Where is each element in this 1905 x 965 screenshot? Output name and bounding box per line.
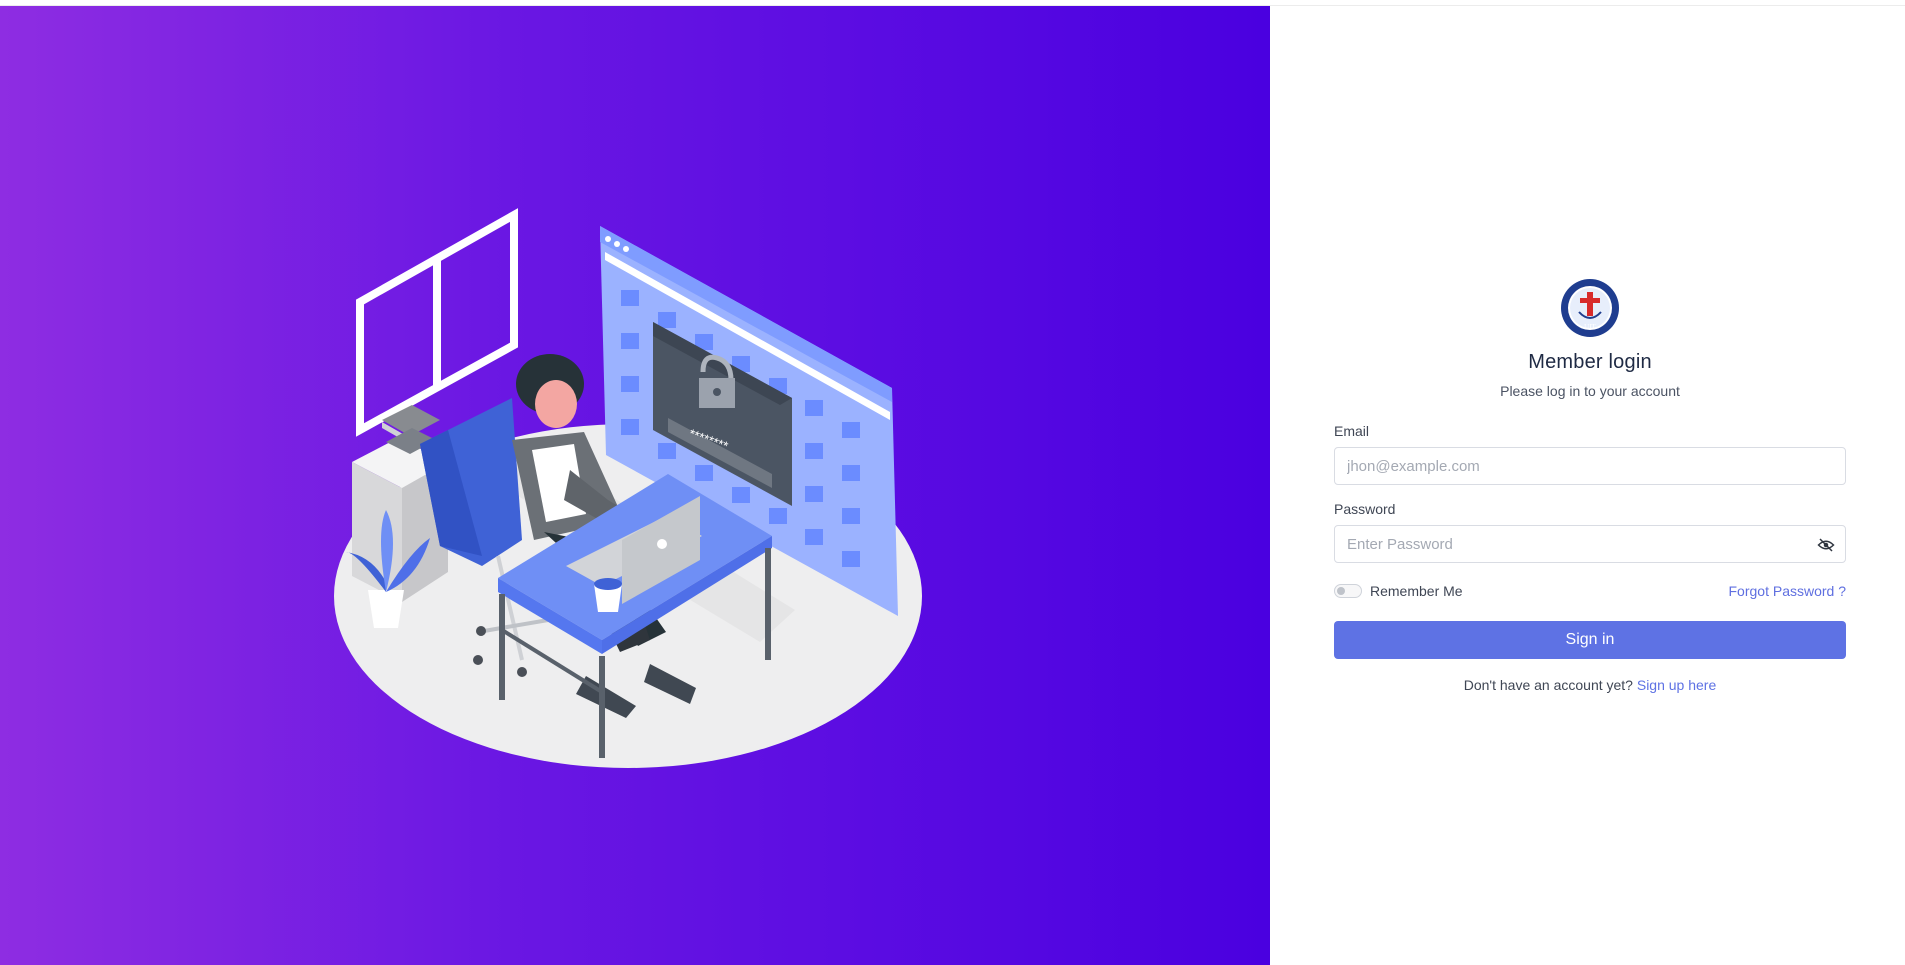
signup-prompt-text: Don't have an account yet?	[1463, 677, 1633, 693]
signup-link[interactable]: Sign up here	[1637, 677, 1716, 693]
hero-panel: ********	[0, 0, 1270, 965]
signup-prompt: Don't have an account yet? Sign up here	[1334, 677, 1846, 693]
login-page: ******** UIT Member login Please log in …	[0, 0, 1905, 965]
password-field-box	[1334, 525, 1846, 563]
email-input[interactable]	[1335, 448, 1845, 484]
remember-me-label: Remember Me	[1370, 583, 1463, 599]
hero-illustration: ********	[334, 208, 922, 768]
password-label: Password	[1334, 501, 1396, 517]
email-field-box	[1334, 447, 1846, 485]
password-input[interactable]	[1335, 526, 1845, 562]
eye-slash-icon[interactable]	[1817, 536, 1835, 554]
page-title: Member login	[1528, 351, 1652, 373]
options-row: Remember Me Forgot Password ?	[1334, 581, 1846, 601]
remember-me-toggle[interactable]	[1334, 584, 1362, 598]
window-frame	[356, 208, 518, 437]
logo-text: UIT	[1584, 323, 1596, 331]
top-border	[0, 0, 1905, 6]
sign-in-button[interactable]: Sign in	[1334, 621, 1846, 659]
page-subtitle: Please log in to your account	[1500, 383, 1680, 399]
login-form: UIT Member login Please log in to your a…	[1334, 278, 1846, 693]
remember-me: Remember Me	[1334, 583, 1463, 599]
email-label: Email	[1334, 423, 1370, 439]
forgot-password-link[interactable]: Forgot Password ?	[1729, 583, 1847, 599]
login-panel: UIT Member login Please log in to your a…	[1270, 0, 1905, 965]
university-logo: UIT	[1561, 279, 1619, 337]
coffee-cup	[594, 578, 622, 612]
